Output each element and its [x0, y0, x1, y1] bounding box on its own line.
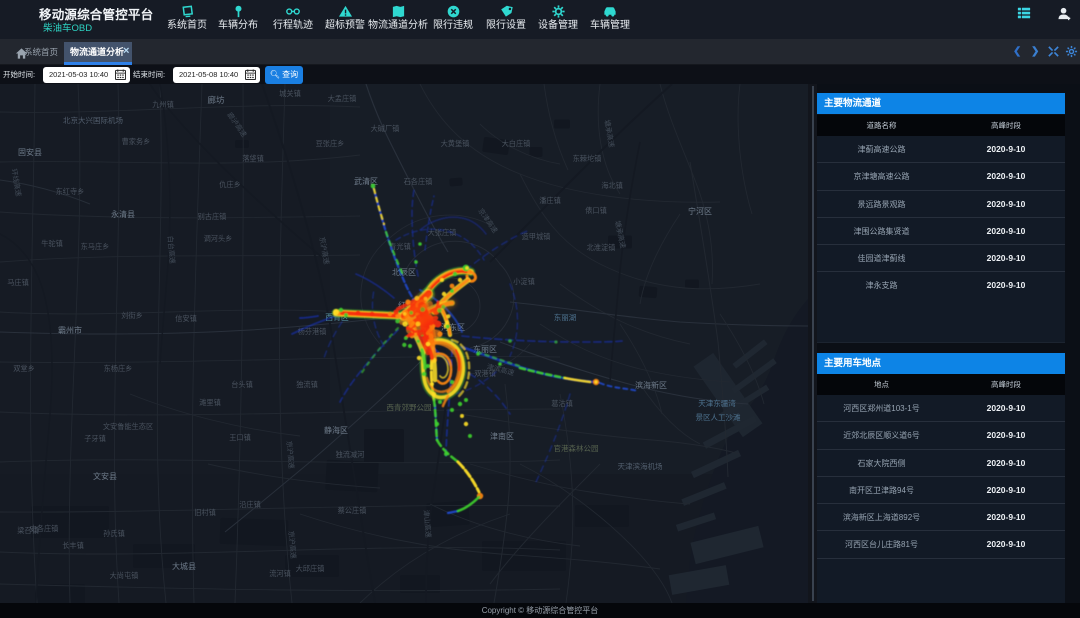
svg-text:北辰区: 北辰区: [392, 268, 416, 277]
svg-text:小淀镇: 小淀镇: [513, 277, 535, 286]
svg-text:流河镇: 流河镇: [269, 569, 291, 578]
svg-text:王口镇: 王口镇: [229, 433, 251, 442]
svg-text:大孟庄镇: 大孟庄镇: [328, 94, 357, 103]
svg-text:东棘坨镇: 东棘坨镇: [573, 154, 602, 163]
svg-text:文安县: 文安县: [93, 471, 117, 481]
svg-text:滨海新区: 滨海新区: [635, 380, 667, 390]
svg-text:廊坊: 廊坊: [207, 95, 225, 105]
svg-text:东丽湖: 东丽湖: [554, 312, 577, 322]
svg-text:九州镇: 九州镇: [152, 100, 174, 109]
svg-text:刘街乡: 刘街乡: [121, 311, 143, 320]
svg-text:马庄镇: 马庄镇: [7, 278, 29, 287]
svg-text:调河头乡: 调河头乡: [204, 234, 233, 243]
svg-text:孙氏镇: 孙氏镇: [103, 529, 125, 538]
svg-text:大黄堡镇: 大黄堡镇: [441, 139, 470, 148]
svg-text:天津东疆湾: 天津东疆湾: [698, 398, 736, 408]
svg-text:旧村镇: 旧村镇: [194, 508, 216, 517]
svg-text:别古庄镇: 别古庄镇: [198, 212, 227, 221]
svg-text:长丰镇: 长丰镇: [62, 541, 84, 550]
svg-text:北京大兴国际机场: 北京大兴国际机场: [63, 115, 123, 125]
svg-text:大城县: 大城县: [172, 561, 196, 571]
svg-text:石各庄镇: 石各庄镇: [404, 177, 433, 186]
svg-text:天津滨海机场: 天津滨海机场: [618, 461, 663, 471]
svg-text:东红寺乡: 东红寺乡: [56, 187, 85, 196]
svg-text:城关镇: 城关镇: [279, 89, 301, 98]
svg-text:大尚屯镇: 大尚屯镇: [110, 571, 139, 580]
svg-text:曹家务乡: 曹家务乡: [122, 137, 151, 146]
svg-text:豆张庄乡: 豆张庄乡: [316, 139, 345, 148]
svg-text:津南区: 津南区: [490, 431, 514, 441]
svg-text:海北镇: 海北镇: [601, 181, 623, 190]
svg-text:大碱厂镇: 大碱厂镇: [371, 124, 400, 133]
svg-text:子牙镇: 子牙镇: [84, 434, 106, 443]
svg-text:永清县: 永清县: [111, 209, 135, 219]
svg-text:西青郊野公园: 西青郊野公园: [387, 402, 432, 412]
svg-text:宁河区: 宁河区: [688, 206, 712, 216]
svg-text:潘庄镇: 潘庄镇: [539, 196, 561, 205]
svg-text:固安县: 固安县: [18, 147, 42, 157]
svg-text:蔡公庄镇: 蔡公庄镇: [338, 506, 367, 515]
svg-text:沿庄镇: 沿庄镇: [239, 500, 261, 509]
svg-text:台头镇: 台头镇: [231, 380, 253, 389]
svg-text:霸州市: 霸州市: [58, 325, 82, 335]
svg-text:仇庄乡: 仇庄乡: [219, 180, 241, 189]
svg-text:景区人工沙滩: 景区人工沙滩: [696, 412, 741, 422]
svg-text:大邱庄镇: 大邱庄镇: [296, 564, 325, 573]
svg-text:东杨庄乡: 东杨庄乡: [104, 364, 133, 373]
svg-text:北淮淀镇: 北淮淀镇: [587, 243, 616, 252]
svg-text:葛沽镇: 葛沽镇: [551, 399, 573, 408]
svg-text:双堂乡: 双堂乡: [13, 364, 35, 373]
svg-text:静海区: 静海区: [324, 425, 348, 435]
svg-text:独流减河: 独流减河: [336, 450, 365, 459]
svg-text:梁召镇: 梁召镇: [17, 526, 39, 535]
svg-text:牛驼镇: 牛驼镇: [41, 239, 63, 248]
svg-text:大白庄镇: 大白庄镇: [502, 139, 531, 148]
svg-text:官港森林公园: 官港森林公园: [554, 443, 599, 453]
svg-text:文安鲁能生态区: 文安鲁能生态区: [103, 422, 153, 431]
svg-text:落垡镇: 落垡镇: [242, 154, 264, 163]
svg-text:东马庄乡: 东马庄乡: [81, 242, 110, 251]
svg-text:滩里镇: 滩里镇: [199, 398, 221, 407]
svg-text:造甲城镇: 造甲城镇: [522, 232, 551, 241]
svg-text:俵口镇: 俵口镇: [585, 206, 607, 215]
svg-text:信安镇: 信安镇: [175, 314, 197, 323]
svg-text:独流镇: 独流镇: [296, 380, 318, 389]
